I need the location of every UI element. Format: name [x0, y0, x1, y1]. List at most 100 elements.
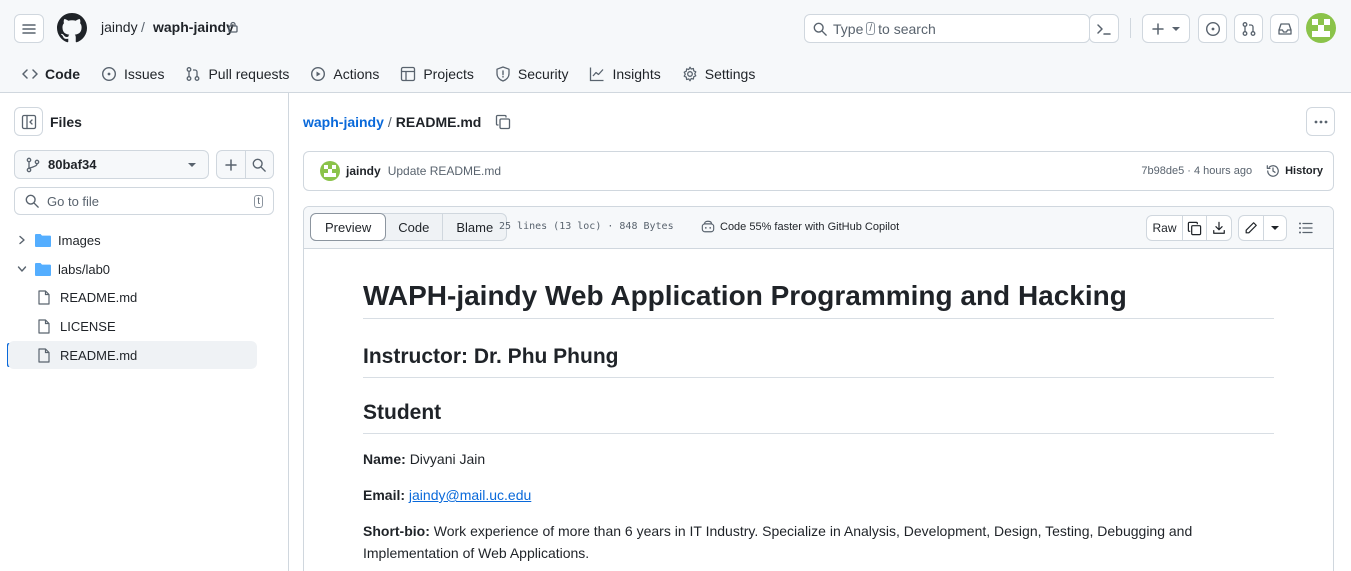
copy-raw-button[interactable] [1183, 216, 1207, 240]
pencil-icon [1244, 221, 1258, 235]
folder-icon [35, 233, 51, 247]
name-value: Divyani Jain [409, 451, 486, 467]
tab-projects[interactable]: Projects [392, 59, 482, 89]
email-link[interactable]: jaindy@mail.uc.edu [409, 487, 531, 503]
tab-label: Settings [704, 66, 756, 82]
tree-item-lab0-readme[interactable]: README.md [8, 283, 257, 311]
outline-button[interactable] [1298, 221, 1314, 235]
file-actions-group [216, 150, 274, 179]
view-mode-toggle: Preview Code Blame [310, 213, 508, 241]
tree-item-license[interactable]: LICENSE [8, 312, 257, 340]
commit-author[interactable]: jaindy [346, 164, 381, 178]
tab-issues[interactable]: Issues [93, 59, 172, 89]
file-viewer-header: Preview Code Blame 25 lines (13 loc) · 8… [304, 207, 1333, 249]
copilot-icon [701, 220, 715, 233]
commit-message[interactable]: Update README.md [388, 164, 501, 178]
tree-item-images[interactable]: Images [8, 226, 257, 254]
tab-preview[interactable]: Preview [310, 213, 387, 241]
readme-student-heading: Student [363, 399, 1274, 434]
edit-file-button[interactable] [1239, 216, 1264, 240]
more-options-button[interactable] [1306, 107, 1335, 136]
copy-path-icon[interactable] [495, 114, 511, 130]
menu-button[interactable] [14, 14, 44, 43]
issue-icon [101, 66, 117, 82]
tab-label: Projects [423, 66, 474, 82]
email-label: Email: [363, 487, 406, 503]
add-file-button[interactable] [217, 151, 246, 178]
tree-item-label: README.md [60, 347, 138, 363]
latest-commit-box: jaindy Update README.md 7b98de5 · 4 hour… [303, 151, 1334, 191]
tab-settings[interactable]: Settings [674, 59, 764, 89]
terminal-icon [1096, 22, 1112, 36]
history-button[interactable]: History [1266, 164, 1323, 178]
triangle-down-icon [1172, 26, 1180, 32]
issues-button[interactable] [1198, 14, 1227, 43]
shield-icon [495, 66, 511, 82]
path-separator: / [387, 114, 392, 130]
tree-item-label: LICENSE [60, 318, 116, 334]
file-stats: 25 lines (13 loc) · 848 Bytes [499, 221, 674, 232]
search-files-button[interactable] [246, 151, 274, 178]
search-icon [25, 194, 39, 208]
bio-line-2: Implementation of Web Applications. [363, 545, 590, 561]
collapse-sidebar-button[interactable] [14, 107, 43, 136]
tab-insights[interactable]: Insights [581, 59, 668, 89]
tree-item-label: labs/lab0 [58, 261, 111, 277]
copilot-promo[interactable]: Code 55% faster with GitHub Copilot [701, 220, 899, 233]
sidebar-collapse-icon [21, 114, 37, 130]
tab-code-view[interactable]: Code [385, 214, 444, 240]
tab-pull-requests[interactable]: Pull requests [177, 59, 297, 89]
sidebar-title: Files [50, 114, 82, 130]
breadcrumb-owner[interactable]: jaindy [101, 19, 138, 35]
inbox-button[interactable] [1270, 14, 1299, 43]
go-to-file-shortcut: t [254, 195, 263, 208]
breadcrumb-separator: / [141, 19, 145, 35]
tree-item-readme[interactable]: README.md [8, 341, 257, 369]
tab-actions[interactable]: Actions [302, 59, 387, 89]
global-header: jaindy / waph-jaindy Type / to search Co… [0, 0, 1351, 95]
go-to-file-placeholder: Go to file [47, 193, 100, 209]
repo-link[interactable]: waph-jaindy [303, 114, 384, 130]
create-new-button[interactable] [1142, 14, 1190, 43]
git-pull-request-icon [1241, 21, 1257, 37]
header-divider [1130, 18, 1131, 38]
copilot-text: Code 55% faster with GitHub Copilot [720, 220, 900, 233]
raw-button[interactable]: Raw [1147, 216, 1183, 240]
breadcrumb-repo[interactable]: waph-jaindy [153, 19, 234, 35]
branch-selector[interactable]: 80baf34 [14, 150, 209, 179]
bio-line-1: Work experience of more than 6 years in … [433, 523, 1193, 539]
tab-label: Insights [612, 66, 661, 82]
github-logo-icon[interactable] [57, 13, 87, 43]
readme-email-paragraph: Email: jaindy@mail.uc.edu [363, 484, 1274, 506]
search-icon [252, 158, 267, 172]
readme-instructor-section: Instructor: Dr. Phu Phung [363, 343, 1274, 378]
tab-code[interactable]: Code [14, 59, 88, 95]
play-icon [310, 66, 326, 82]
tree-item-labs-lab0[interactable]: labs/lab0 [8, 255, 257, 283]
edit-dropdown-button[interactable] [1264, 216, 1286, 240]
search-input[interactable]: Type / to search [804, 14, 1090, 43]
search-shortcut-key: / [866, 22, 876, 35]
copy-icon [1187, 221, 1202, 236]
go-to-file-input[interactable]: Go to file t [14, 187, 274, 215]
readme-instructor-heading: Instructor: Dr. Phu Phung [363, 343, 1274, 378]
file-icon [38, 347, 50, 363]
commit-meta[interactable]: 7b98de5 · 4 hours ago [1141, 165, 1252, 177]
readme-bio-paragraph: Short-bio: Work experience of more than … [363, 520, 1274, 564]
readme-h1: WAPH-jaindy Web Application Programming … [363, 278, 1274, 319]
tree-item-label: README.md [60, 289, 138, 305]
pull-requests-button[interactable] [1234, 14, 1263, 43]
kebab-horizontal-icon [1314, 120, 1328, 124]
history-icon [1266, 164, 1280, 178]
command-palette-button[interactable] [1089, 14, 1119, 43]
name-label: Name: [363, 451, 406, 467]
avatar[interactable] [1306, 13, 1336, 43]
download-button[interactable] [1207, 216, 1231, 240]
hamburger-icon [21, 21, 37, 37]
commit-author-avatar[interactable] [320, 161, 340, 181]
tab-blame[interactable]: Blame [443, 214, 506, 240]
git-branch-icon [26, 157, 40, 173]
tab-security[interactable]: Security [487, 59, 577, 89]
file-icon [38, 318, 50, 334]
branch-name: 80baf34 [48, 157, 97, 172]
